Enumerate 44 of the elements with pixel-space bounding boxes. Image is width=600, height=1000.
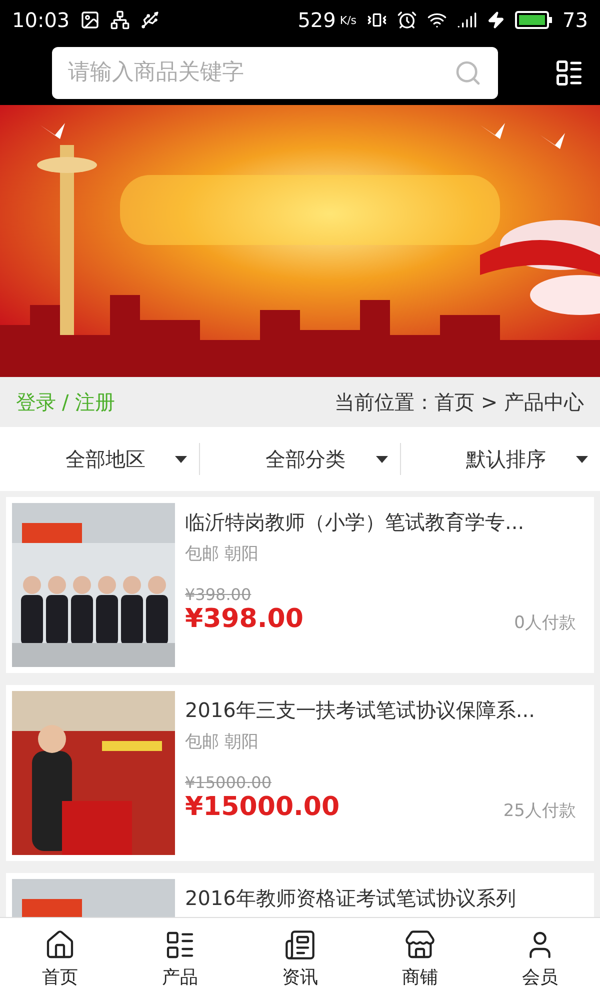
menu-icon[interactable] xyxy=(554,58,584,88)
product-card[interactable]: 临沂特岗教师（小学）笔试教育学专... 包邮 朝阳 ¥398.00 ¥398.00 0人付款 xyxy=(6,497,594,673)
filter-dropdown[interactable]: 默认排序 xyxy=(400,439,600,479)
product-tags: 包邮 朝阳 xyxy=(185,542,588,565)
filter-dropdown[interactable]: 全部分类 xyxy=(200,439,400,479)
battery-icon xyxy=(514,10,553,30)
tab-item[interactable]: 产品 xyxy=(120,918,240,1000)
product-tags: 包邮 朝阳 xyxy=(185,730,588,753)
tab-item[interactable]: 资讯 xyxy=(240,918,360,1000)
filter-dropdown[interactable]: 全部地区 xyxy=(0,439,200,479)
battery-percent: 73 xyxy=(562,8,588,32)
original-price: ¥398.00 xyxy=(185,585,252,604)
tab-item[interactable]: 首页 xyxy=(0,918,120,1000)
product-title: 2016年三支一扶考试笔试协议保障系... xyxy=(185,697,536,724)
paid-count: 0人付款 xyxy=(514,612,576,634)
image-icon xyxy=(80,10,100,30)
alarm-icon xyxy=(396,10,417,30)
paid-count: 25人付款 xyxy=(503,800,576,822)
caret-icon xyxy=(175,456,188,462)
store-icon xyxy=(404,929,436,961)
network-speed: 529 xyxy=(298,8,336,32)
usb-icon xyxy=(140,10,160,30)
list-icon xyxy=(164,929,196,961)
search-field[interactable]: 请输入商品关键字 xyxy=(52,46,498,98)
original-price: ¥15000.00 xyxy=(185,773,273,792)
status-time: 10:03 xyxy=(12,8,70,32)
signal-icon xyxy=(456,10,477,30)
network-icon xyxy=(110,10,130,30)
caret-icon xyxy=(376,456,388,462)
product-price: ¥15000.00 xyxy=(185,792,340,822)
tab-item[interactable]: 会员 xyxy=(480,918,600,1000)
charging-icon xyxy=(486,11,505,29)
product-title: 临沂特岗教师（小学）笔试教育学专... xyxy=(185,509,526,536)
speed-unit: K/s xyxy=(340,14,357,26)
product-card[interactable]: 2016年三支一扶考试笔试协议保障系... 包邮 朝阳 ¥15000.00 ¥15000.00 25人付款 xyxy=(6,685,594,861)
breadcrumb-location: 当前位置：首页 > 产品中心 xyxy=(334,388,584,416)
tab-item[interactable]: 商铺 xyxy=(360,918,480,1000)
product-price: ¥398.00 xyxy=(185,604,304,634)
caret-icon xyxy=(576,456,588,462)
product-card[interactable]: 2016年教师资格证考试笔试协议系列 xyxy=(6,873,594,917)
newspaper-icon xyxy=(284,929,316,961)
home-icon xyxy=(44,929,76,961)
product-title: 2016年教师资格证考试笔试协议系列 xyxy=(185,885,517,912)
separator: / xyxy=(62,390,69,414)
